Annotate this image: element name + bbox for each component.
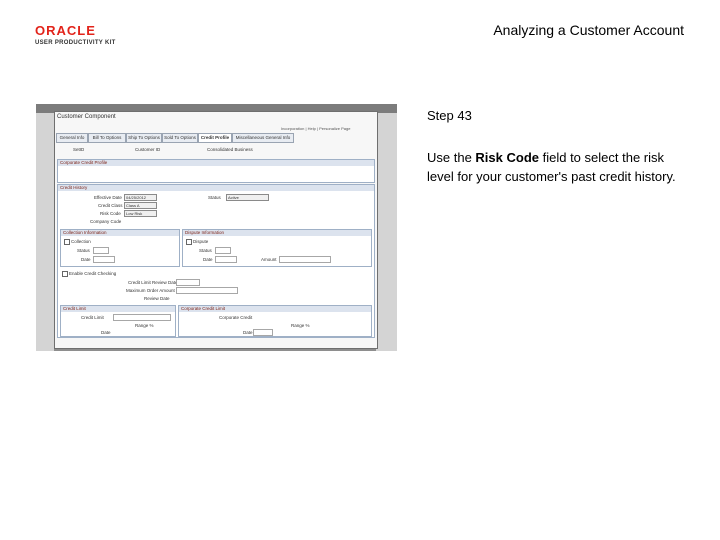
- collection-info-group: Collection Information Collection Status…: [60, 229, 180, 267]
- corporate-date-field[interactable]: [253, 329, 273, 336]
- tab-credit-profile[interactable]: Credit Profile: [198, 133, 232, 143]
- credit-limit-group: Credit Limit Credit Limit Range % Date: [60, 305, 176, 337]
- logo-brand: ORACLE: [35, 23, 96, 38]
- oracle-upk-logo: ORACLE USER PRODUCTIVITY KIT: [35, 24, 127, 48]
- corporate-limit-header: Corporate Credit Limit: [179, 306, 371, 312]
- step-number: Step 43: [427, 108, 472, 123]
- instruction-pre: Use the: [427, 150, 476, 165]
- step-instruction: Use the Risk Code field to select the ri…: [427, 148, 687, 186]
- dispute-amount-field[interactable]: [279, 256, 331, 263]
- customer-id-label: Customer ID: [135, 147, 161, 152]
- collection-date-label: Date: [81, 257, 91, 262]
- credit-limit-header: Credit Limit: [61, 306, 175, 312]
- credit-limit-label: Credit Limit: [81, 315, 104, 320]
- company-code-label: Company Code: [90, 219, 122, 224]
- collection-status-label: Status: [77, 248, 90, 253]
- logo-subtitle: USER PRODUCTIVITY KIT: [35, 40, 116, 46]
- status-label: Status: [208, 195, 221, 200]
- tab-bar: General Info Bill To Options Ship To Opt…: [55, 133, 377, 143]
- tab-ship-to[interactable]: Ship To Options: [126, 133, 162, 143]
- corporate-credit-label: Corporate Credit: [219, 315, 253, 320]
- tab-sold-to[interactable]: Sold To Options: [162, 133, 198, 143]
- setid-label: SetID: [73, 147, 85, 152]
- max-order-field[interactable]: [176, 287, 238, 294]
- dispute-info-header: Dispute Information: [183, 230, 371, 236]
- application-screenshot: Customer Component Incorporation | Help …: [36, 104, 397, 351]
- collection-status-field[interactable]: [93, 247, 109, 254]
- max-order-label: Maximum Order Amount: [126, 288, 175, 293]
- dispute-status-label: Status: [199, 248, 212, 253]
- credit-history-group: Credit History Effective Date 04/25/2012…: [57, 184, 375, 338]
- range-label: Range %: [135, 323, 154, 328]
- collection-info-header: Collection Information: [61, 230, 179, 236]
- collection-date-field[interactable]: [93, 256, 115, 263]
- document-title: Analyzing a Customer Account: [493, 22, 684, 38]
- corporate-credit-group: Corporate Credit Profile: [57, 159, 375, 183]
- business-label: Consolidated Business: [207, 147, 253, 152]
- review-date-label: Review Date: [144, 296, 170, 301]
- enable-credit-checkbox[interactable]: [62, 271, 68, 277]
- corporate-limit-group: Corporate Credit Limit Corporate Credit …: [178, 305, 372, 337]
- dispute-status-field[interactable]: [215, 247, 231, 254]
- left-nav-strip: [36, 113, 54, 351]
- effective-date-label: Effective Date: [94, 195, 122, 200]
- collection-label: Collection: [71, 239, 91, 244]
- credit-date-label: Date: [101, 330, 111, 335]
- dispute-checkbox[interactable]: [186, 239, 192, 245]
- dispute-amount-label: Amount: [261, 257, 277, 262]
- dispute-info-group: Dispute Information Dispute Status Date …: [182, 229, 372, 267]
- instruction-field-name: Risk Code: [475, 150, 539, 165]
- credit-class-label: Credit Class: [98, 203, 123, 208]
- corporate-range-label: Range %: [291, 323, 310, 328]
- tab-misc-general[interactable]: Miscellaneous General Info: [232, 133, 294, 143]
- credit-history-header: Credit History: [58, 185, 374, 191]
- risk-code-select[interactable]: Low Risk: [124, 210, 157, 217]
- tab-general-info[interactable]: General Info: [56, 133, 88, 143]
- credit-limit-field[interactable]: [113, 314, 171, 321]
- status-select[interactable]: Active: [226, 194, 269, 201]
- corporate-credit-header: Corporate Credit Profile: [58, 160, 374, 166]
- corporate-date-label: Date: [243, 330, 253, 335]
- enable-credit-label: Enable Credit Checking: [69, 271, 117, 276]
- right-scroll-strip: [376, 113, 397, 351]
- dispute-date-field[interactable]: [215, 256, 237, 263]
- credit-limit-review-label: Credit Limit Review Date: [128, 280, 178, 285]
- credit-class-select[interactable]: Class A: [124, 202, 157, 209]
- risk-code-label: Risk Code: [100, 211, 121, 216]
- customer-component-window: Customer Component Incorporation | Help …: [54, 111, 378, 349]
- effective-date-field[interactable]: 04/25/2012: [124, 194, 157, 201]
- credit-limit-review-field[interactable]: [176, 279, 200, 286]
- tab-bill-to[interactable]: Bill To Options: [88, 133, 126, 143]
- dispute-label: Dispute: [193, 239, 209, 244]
- collection-checkbox[interactable]: [64, 239, 70, 245]
- window-title: Customer Component: [57, 114, 116, 120]
- dispute-date-label: Date: [203, 257, 213, 262]
- nav-links[interactable]: Incorporation | Help | Personalize Page: [281, 126, 350, 131]
